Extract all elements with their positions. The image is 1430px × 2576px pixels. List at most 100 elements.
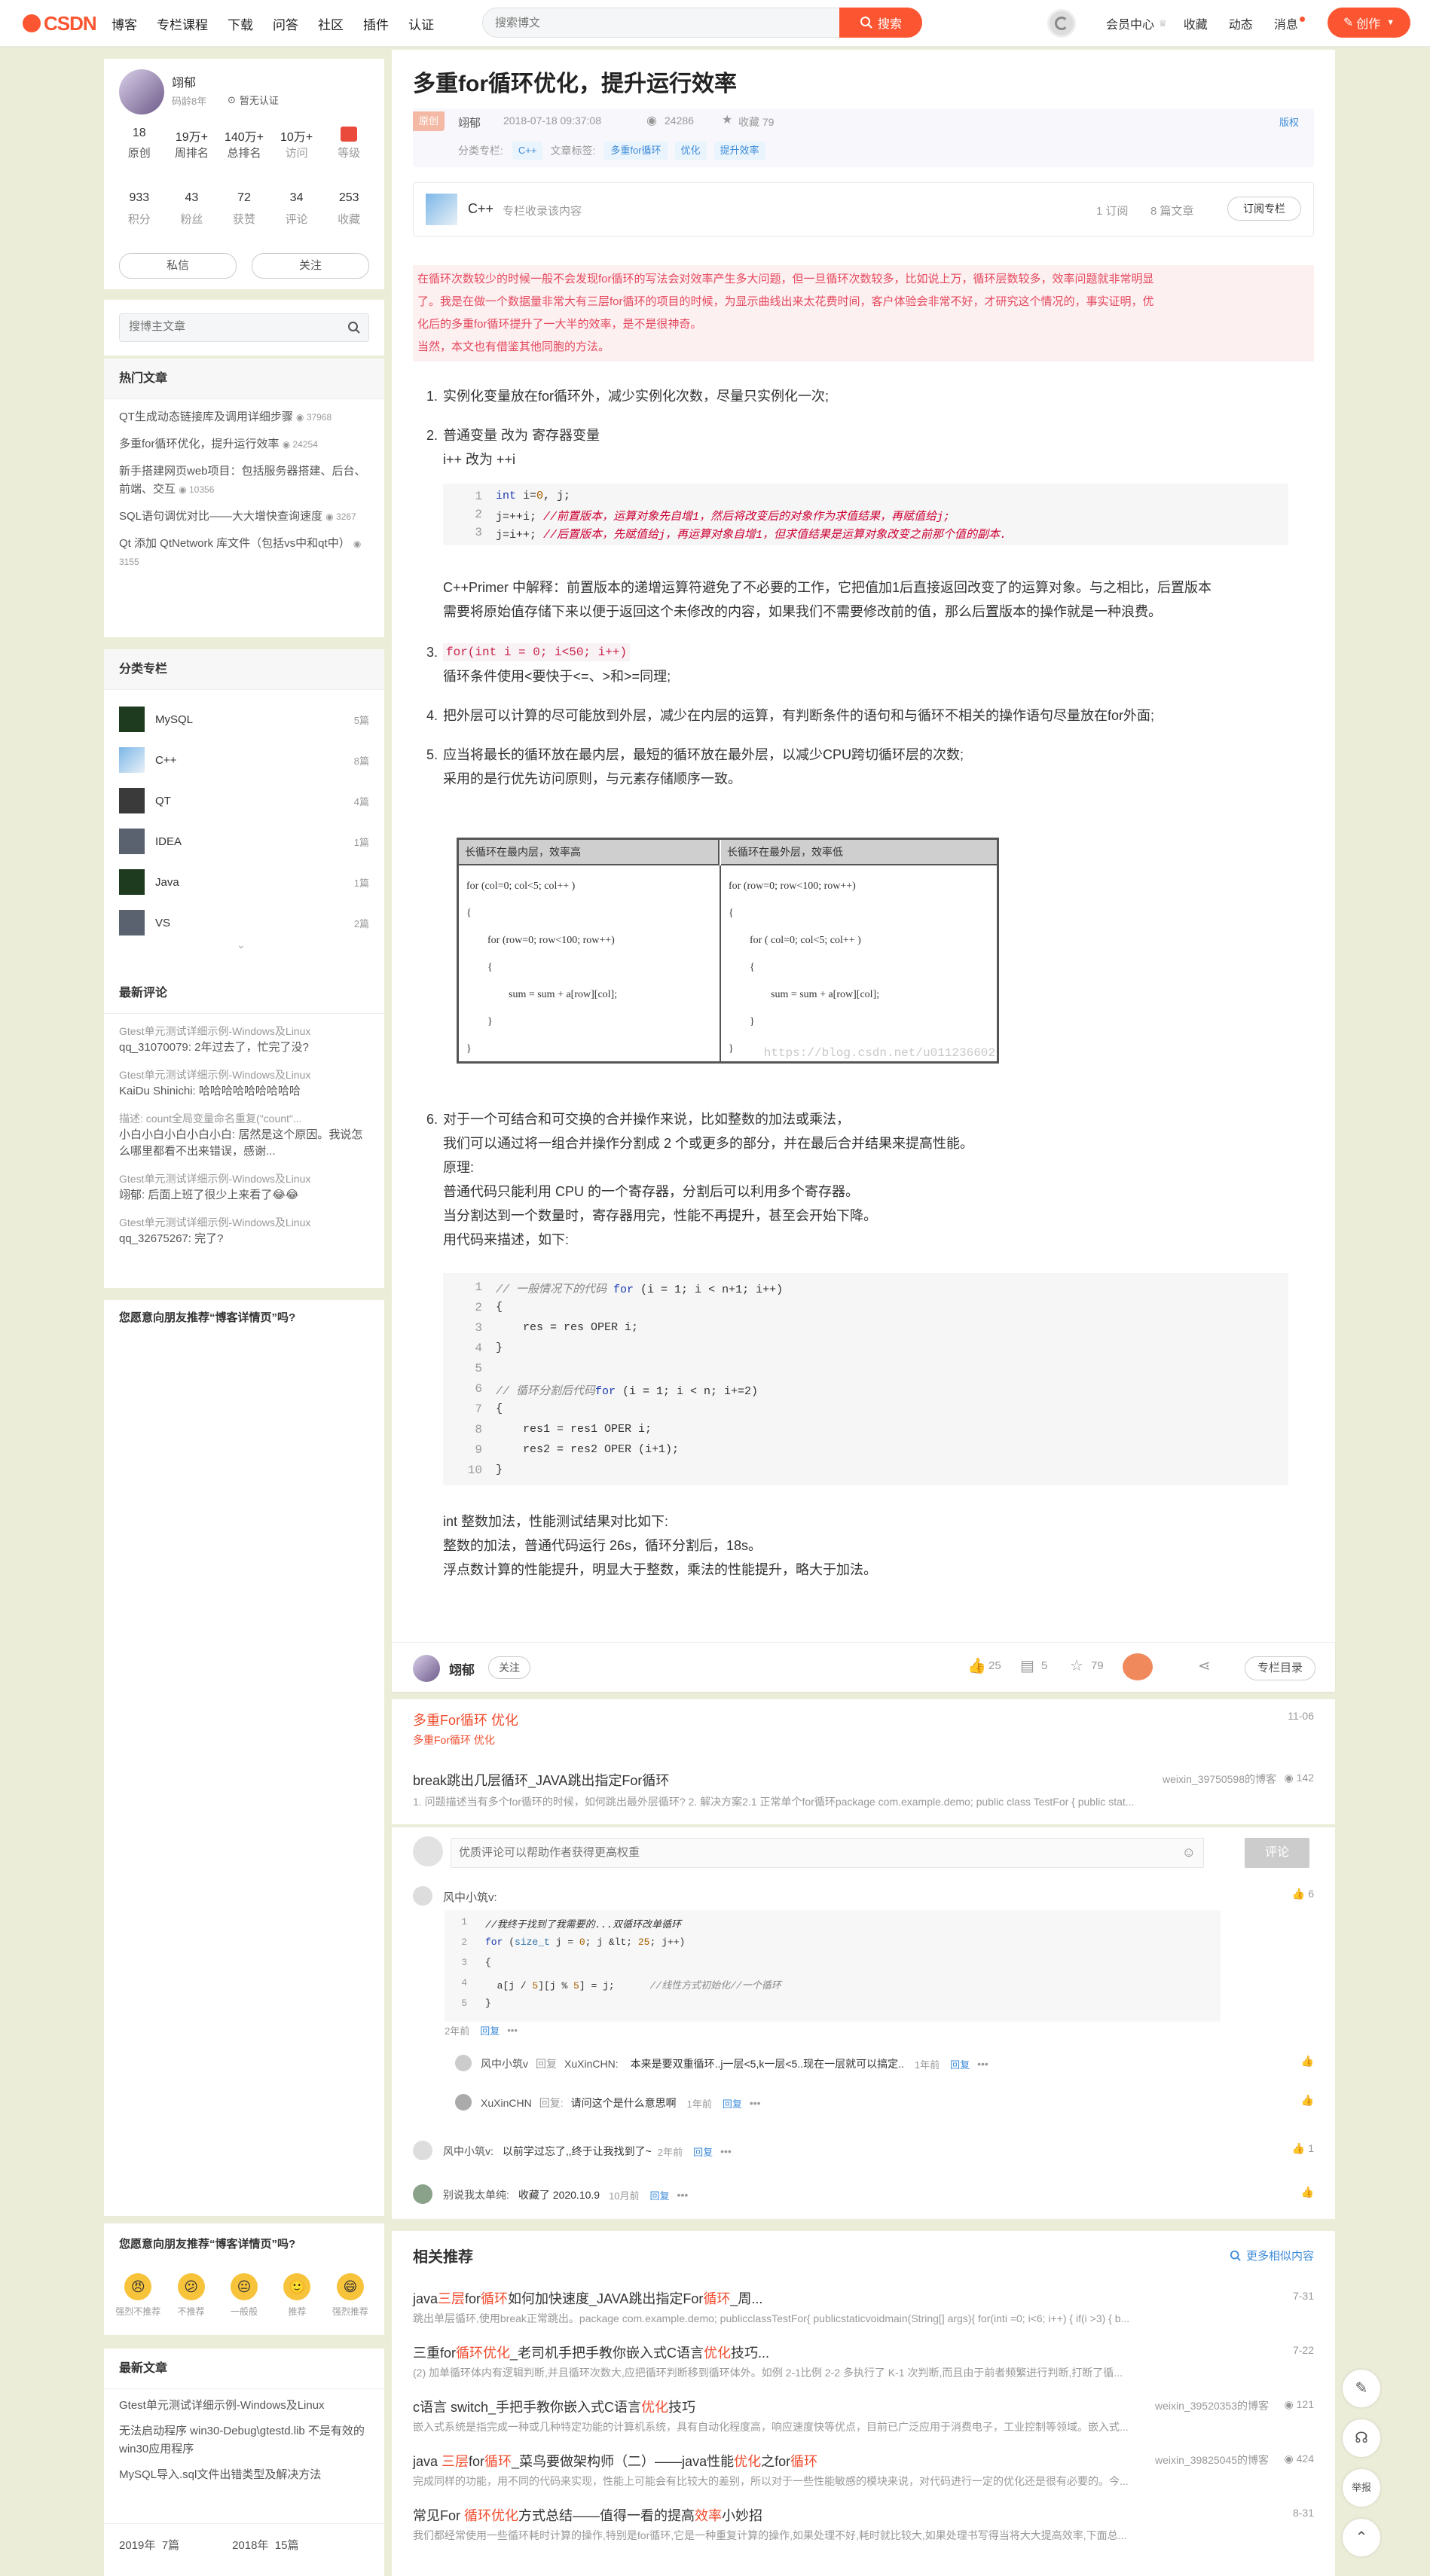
activity-link[interactable]: 动态 xyxy=(1229,14,1253,32)
headset-icon[interactable]: ☊ xyxy=(1343,2419,1380,2457)
more-icon[interactable]: ••• xyxy=(720,2145,732,2157)
search-button[interactable]: 搜索 xyxy=(839,8,922,38)
rating-option-strong-no[interactable]: 😠 强烈不推荐 xyxy=(112,2273,164,2318)
stat-fans[interactable]: 43 粉丝 xyxy=(166,191,218,227)
profile-name[interactable]: 翊郁 xyxy=(172,72,196,90)
reward-icon[interactable] xyxy=(1123,1653,1153,1680)
tag-optimize[interactable]: 优化 xyxy=(674,142,707,160)
related-item[interactable]: java 三层for循环_菜鸟要做架构师（二）——java性能优化之for循环 … xyxy=(413,2451,1314,2505)
nav-link-courses[interactable]: 专栏课程 xyxy=(157,14,208,33)
subscribe-column-button[interactable]: 订阅专栏 xyxy=(1227,197,1301,221)
more-icon[interactable]: ••• xyxy=(977,2058,988,2070)
column-item-java[interactable]: Java 1篇 xyxy=(119,862,369,902)
related-item[interactable]: break跳出几层循环_JAVA跳出指定For循环 1. 问题描述当有多个for… xyxy=(413,1770,1314,1809)
star-icon[interactable]: ☆ xyxy=(1070,1656,1083,1675)
nav-link-community[interactable]: 社区 xyxy=(318,14,344,33)
vip-center-link[interactable]: 会员中心 xyxy=(1106,14,1154,32)
search-input[interactable] xyxy=(495,14,796,31)
more-icon[interactable]: ••• xyxy=(677,2189,689,2201)
stat-total-rank[interactable]: 140万+ 总排名 xyxy=(218,127,270,160)
stat-week-rank[interactable]: 19万+ 周排名 xyxy=(166,127,218,160)
avatar[interactable] xyxy=(455,2055,472,2071)
related-item[interactable]: 三重for循环优化_老司机手把手教你嵌入式C语言优化技巧... (2) 加单循环… xyxy=(413,2343,1314,2397)
hot-article-item[interactable]: Qt 添加 QtNetwork 库文件（包括vs中和qt中） ◉ 3155 xyxy=(119,535,369,571)
reply-target[interactable]: XuXinCHN: xyxy=(564,2058,619,2070)
comment-input[interactable] xyxy=(459,1846,1137,1859)
create-button[interactable]: ✎ 创作 ▼ xyxy=(1328,8,1410,38)
avatar[interactable] xyxy=(413,2184,432,2204)
article-author[interactable]: 翊郁 xyxy=(458,114,481,130)
comment-likes[interactable]: 👍 6 xyxy=(1292,1888,1314,1900)
private-message-button[interactable]: 私信 xyxy=(119,253,237,279)
related-item[interactable]: java三层for循环如何加快速度_JAVA跳出指定For循环_周... 跳出单… xyxy=(413,2288,1314,2343)
related-item[interactable]: c语言 switch_手把手教你嵌入式C语言优化技巧 嵌入式系统是指完成一种或几… xyxy=(413,2397,1314,2451)
reply-link[interactable]: 回复 xyxy=(950,2057,970,2071)
column-item-qt[interactable]: QT 4篇 xyxy=(119,780,369,821)
related-item[interactable]: 多重For循环 优化 多重For循环 优化 11-06 xyxy=(413,1710,1314,1747)
comment-submit-button[interactable]: 评论 xyxy=(1245,1838,1309,1868)
avatar[interactable] xyxy=(413,2141,432,2160)
toolbar-follow-button[interactable]: 关注 xyxy=(488,1656,530,1679)
author-avatar-small[interactable] xyxy=(413,1655,440,1682)
comment-user[interactable]: 风中小筑v: xyxy=(443,2144,493,2159)
edit-icon[interactable]: ✎ xyxy=(1343,2370,1380,2407)
author-search-input[interactable] xyxy=(129,320,325,333)
recent-comment-item[interactable]: Gtest单元测试详细示例-Windows及Linux 翊郁: 后面上班了很少上来… xyxy=(119,1170,369,1204)
article-fav[interactable]: 收藏 79 xyxy=(738,114,774,130)
latest-article-item[interactable]: Gtest单元测试详细示例-Windows及Linux xyxy=(119,2397,369,2415)
back-to-top-icon[interactable]: ⌃ xyxy=(1343,2519,1380,2556)
more-similar-link[interactable]: 更多相似内容 xyxy=(1230,2248,1314,2263)
comment-likes[interactable]: 👍 1 xyxy=(1292,2142,1314,2155)
comment-user[interactable]: 风中小筑v: xyxy=(443,1889,497,1905)
tag-nested-loop[interactable]: 多重for循环 xyxy=(604,142,668,160)
report-button[interactable]: 举报 xyxy=(1343,2469,1380,2507)
recent-comment-item[interactable]: Gtest单元测试详细示例-Windows及Linux qq_31070079: … xyxy=(119,1023,369,1056)
nav-link-qa[interactable]: 问答 xyxy=(273,14,298,33)
archive-2018[interactable]: 2018年 15篇 xyxy=(232,2537,298,2553)
column-name[interactable]: C++ xyxy=(468,201,493,217)
messages-link[interactable]: 消息 xyxy=(1274,14,1298,32)
favorites-link[interactable]: 收藏 xyxy=(1184,14,1208,32)
rating-option-no[interactable]: 😕 不推荐 xyxy=(164,2273,217,2318)
search-icon[interactable] xyxy=(347,321,361,334)
column-info-box[interactable]: C++ 专栏收录该内容 1 订阅 8 篇文章 订阅专栏 xyxy=(413,182,1314,237)
reply-user[interactable]: 风中小筑v xyxy=(481,2056,528,2071)
column-item-mysql[interactable]: MySQL 5篇 xyxy=(119,699,369,740)
comment-user[interactable]: 别说我太单纯: xyxy=(443,2187,509,2202)
column-item-idea[interactable]: IDEA 1篇 xyxy=(119,821,369,862)
hot-article-item[interactable]: SQL语句调优对比——大大增快查询速度 ◉ 3267 xyxy=(119,508,369,526)
user-avatar[interactable] xyxy=(1047,9,1076,38)
rating-option-yes[interactable]: 🙂 推荐 xyxy=(270,2273,323,2318)
thumbs-up-icon[interactable]: 👍 xyxy=(967,1656,986,1675)
avatar[interactable] xyxy=(413,1886,432,1906)
hot-article-item[interactable]: 新手搭建网页web项目：包括服务器搭建、后台、前端、交互 ◉ 10356 xyxy=(119,462,369,499)
recent-comment-item[interactable]: 描述: count全局变量命名重复("count"... 小白小白小白小白小白: … xyxy=(119,1110,369,1160)
star-icon[interactable]: ★ xyxy=(722,112,732,127)
nav-link-plugin[interactable]: 插件 xyxy=(363,14,389,33)
hot-article-item[interactable]: 多重for循环优化，提升运行效率 ◉ 24254 xyxy=(119,435,369,453)
thumbs-up-icon[interactable]: 👍 xyxy=(1301,2055,1314,2068)
share-icon[interactable]: ⋖ xyxy=(1198,1656,1211,1675)
hot-article-item[interactable]: QT生成动态链接库及调用详细步骤 ◉ 37968 xyxy=(119,408,369,426)
emoji-icon[interactable]: ☺ xyxy=(1182,1845,1196,1860)
latest-article-item[interactable]: MySQL导入.sql文件出错类型及解决方法 xyxy=(119,2466,369,2484)
stat-level[interactable]: 等级 xyxy=(322,127,375,160)
comment-icon[interactable]: ▤ xyxy=(1020,1656,1034,1675)
more-icon[interactable]: ••• xyxy=(507,2025,518,2036)
rating-option-neutral[interactable]: 😐 一般般 xyxy=(218,2273,270,2318)
recent-comment-item[interactable]: Gtest单元测试详细示例-Windows及Linux KaiDu Shinich… xyxy=(119,1067,369,1100)
latest-article-item[interactable]: 无法启动程序 win30-Debug\gtestd.lib 不是有效的win30… xyxy=(119,2422,369,2458)
expand-chevron-icon[interactable]: ⌄ xyxy=(237,939,246,951)
archive-2019[interactable]: 2019年 7篇 xyxy=(119,2537,179,2553)
rating-option-strong-yes[interactable]: 😄 强烈推荐 xyxy=(324,2273,377,2318)
stat-original[interactable]: 18 原创 xyxy=(113,127,166,160)
profile-avatar[interactable] xyxy=(119,69,164,114)
column-item-cpp[interactable]: C++ 8篇 xyxy=(119,740,369,780)
recent-comment-item[interactable]: Gtest单元测试详细示例-Windows及Linux qq_32675267: … xyxy=(119,1214,369,1247)
avatar[interactable] xyxy=(455,2094,472,2111)
column-item-vs[interactable]: VS 2篇 xyxy=(119,902,369,943)
copyright-link[interactable]: 版权 xyxy=(1279,114,1299,129)
thumbs-up-icon[interactable]: 👍 xyxy=(1301,2094,1314,2107)
reply-link[interactable]: 回复 xyxy=(480,2023,500,2037)
nav-link-download[interactable]: 下载 xyxy=(228,14,253,33)
